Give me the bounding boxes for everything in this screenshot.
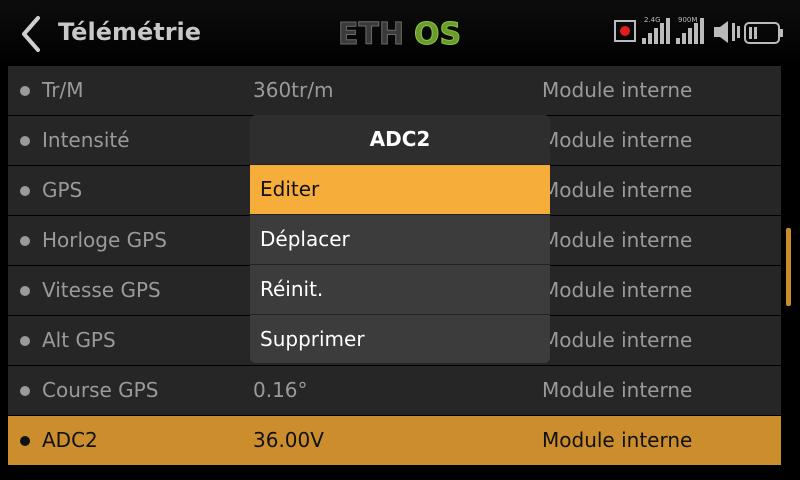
- signal-900m-icon: 900M: [676, 16, 704, 44]
- menu-item-move[interactable]: Déplacer: [250, 214, 550, 264]
- logo-text-eth: ETH: [338, 18, 404, 48]
- context-menu: ADC2 Editer Déplacer Réinit. Supprimer: [250, 115, 550, 363]
- logo-text-os: OS: [414, 18, 461, 48]
- sensor-name: Intensité: [42, 128, 130, 152]
- sensor-row[interactable]: Tr/M 360tr/m Module interne: [8, 66, 781, 115]
- sensor-source: Module interne: [542, 228, 693, 252]
- sensor-row-selected[interactable]: ADC2 36.00V Module interne: [8, 416, 781, 465]
- sensor-name: Course GPS: [42, 378, 159, 402]
- sensor-name: Horloge GPS: [42, 228, 167, 252]
- sensor-source: Module interne: [542, 278, 693, 302]
- battery-icon: [744, 22, 784, 44]
- menu-item-reset[interactable]: Réinit.: [250, 264, 550, 314]
- status-dot: [20, 386, 30, 396]
- sensor-value: 360tr/m: [253, 78, 334, 102]
- sensor-name: Vitesse GPS: [42, 278, 161, 302]
- top-bar: Télémétrie ETH OS 2.4G 900M: [0, 0, 800, 66]
- sensor-name: GPS: [42, 178, 83, 202]
- signal-2-4g-icon: 2.4G: [642, 16, 670, 44]
- sensor-source: Module interne: [542, 428, 693, 452]
- status-icons: 2.4G 900M: [614, 16, 790, 50]
- sensor-source: Module interne: [542, 328, 693, 352]
- sensor-name: Tr/M: [42, 78, 84, 102]
- sensor-row[interactable]: Course GPS 0.16° Module interne: [8, 366, 781, 415]
- sensor-source: Module interne: [542, 178, 693, 202]
- back-arrow-icon[interactable]: [10, 14, 50, 54]
- context-menu-title: ADC2: [250, 115, 550, 164]
- status-dot: [20, 236, 30, 246]
- scrollbar[interactable]: [786, 228, 791, 306]
- ethos-logo: ETH OS: [338, 17, 462, 53]
- record-icon: [614, 20, 636, 42]
- sensor-value: 36.00V: [253, 428, 324, 452]
- status-dot: [20, 436, 30, 446]
- sensor-source: Module interne: [542, 78, 693, 102]
- sensor-name: ADC2: [42, 428, 98, 452]
- sensor-name: Alt GPS: [42, 328, 116, 352]
- menu-item-edit[interactable]: Editer: [250, 164, 550, 214]
- status-dot: [20, 86, 30, 96]
- status-dot: [20, 286, 30, 296]
- page-title: Télémétrie: [58, 18, 202, 46]
- sensor-source: Module interne: [542, 128, 693, 152]
- status-dot: [20, 186, 30, 196]
- status-dot: [20, 336, 30, 346]
- speaker-icon: [714, 20, 740, 44]
- sensor-value: 0.16°: [253, 378, 308, 402]
- menu-item-delete[interactable]: Supprimer: [250, 314, 550, 363]
- sensor-source: Module interne: [542, 378, 693, 402]
- status-dot: [20, 136, 30, 146]
